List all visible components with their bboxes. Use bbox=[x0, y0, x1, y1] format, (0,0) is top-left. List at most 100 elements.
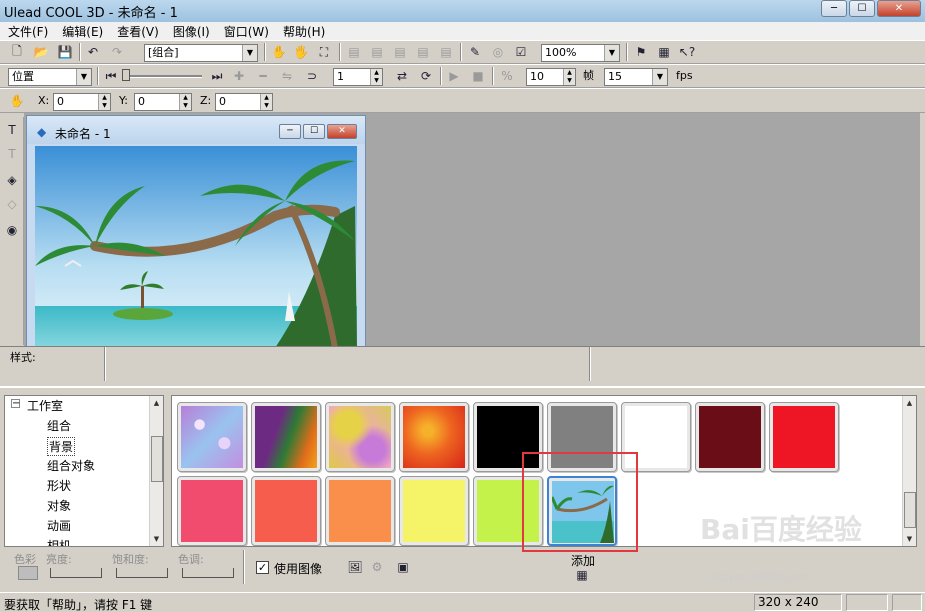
gallery-scrollbar[interactable]: ▲ ▼ bbox=[902, 396, 916, 546]
print-icon[interactable]: ▤ bbox=[345, 43, 363, 61]
studio-tree: − 工作室 组合 背景 组合对象 形状 对象 动画 相机 ▲ ▼ bbox=[4, 395, 164, 547]
frame-input[interactable]: 1 ▲ ▼ bbox=[333, 68, 383, 86]
x-input[interactable]: 0 ▲ ▼ bbox=[53, 93, 111, 111]
hand-rotate-icon[interactable]: 🖐 bbox=[292, 43, 310, 61]
add-to-gallery-icon[interactable]: ▦ bbox=[573, 566, 591, 584]
percent-icon[interactable]: % bbox=[498, 67, 516, 85]
color-swatch[interactable] bbox=[18, 566, 38, 580]
menu-window[interactable]: 窗口(W) bbox=[224, 23, 269, 40]
menu-edit[interactable]: 编辑(E) bbox=[62, 23, 103, 40]
insert-object-icon[interactable]: ◈ bbox=[3, 171, 21, 189]
thumbnail[interactable] bbox=[399, 476, 469, 546]
watermark-url: jingyan.baidu.com bbox=[708, 570, 810, 583]
save-icon[interactable]: 💾 bbox=[56, 43, 74, 61]
hand-move-icon[interactable]: ✋ bbox=[270, 43, 288, 61]
z-input[interactable]: 0 ▲ ▼ bbox=[215, 93, 273, 111]
play-icon[interactable]: ▶ bbox=[445, 67, 463, 85]
mode-combo[interactable]: 位置 ▼ bbox=[8, 68, 92, 86]
brightness-slider[interactable] bbox=[50, 568, 102, 578]
tree-item-shape[interactable]: 形状 bbox=[47, 477, 71, 494]
thumbnail[interactable] bbox=[251, 402, 321, 472]
edit-object-icon[interactable]: ◇ bbox=[3, 195, 21, 213]
thumbnail[interactable] bbox=[177, 476, 247, 546]
tree-item-camera[interactable]: 相机 bbox=[47, 537, 71, 546]
insert-text-icon[interactable]: T bbox=[3, 121, 21, 139]
fps-combo[interactable]: 15 ▼ bbox=[604, 68, 668, 86]
frames-input[interactable]: 10 ▲ ▼ bbox=[526, 68, 576, 86]
image-preview-icon[interactable]: ▣ bbox=[394, 558, 412, 576]
help-pointer-icon[interactable]: ↖? bbox=[678, 43, 696, 61]
doc-minimize-button[interactable]: ─ bbox=[279, 124, 301, 139]
tree-root[interactable]: 工作室 bbox=[27, 397, 63, 414]
thumbnail[interactable] bbox=[251, 476, 321, 546]
zoom-combo[interactable]: 100% ▼ bbox=[541, 44, 620, 62]
frames-label: 帧 bbox=[583, 69, 594, 82]
first-frame-icon[interactable]: ⏮ bbox=[102, 67, 120, 85]
thumbnail[interactable] bbox=[769, 402, 839, 472]
undo-icon[interactable]: ↶ bbox=[84, 43, 102, 61]
thumbnail[interactable] bbox=[325, 476, 395, 546]
thumbnail[interactable] bbox=[695, 402, 765, 472]
status-size: 320 x 240 bbox=[754, 594, 842, 611]
open-folder-icon[interactable]: 📂 bbox=[32, 43, 50, 61]
rotate-icon[interactable]: ⟳ bbox=[417, 67, 435, 85]
use-image-checkbox[interactable]: ✓ bbox=[256, 561, 269, 574]
tree-item-group-object[interactable]: 组合对象 bbox=[47, 457, 95, 474]
print4-icon[interactable]: ▤ bbox=[414, 43, 432, 61]
globe-icon[interactable]: ◎ bbox=[489, 43, 507, 61]
document-title: 未命名 - 1 bbox=[55, 127, 111, 141]
tree-scrollbar[interactable]: ▲ ▼ bbox=[149, 396, 163, 546]
close-button[interactable]: ✕ bbox=[877, 0, 921, 17]
tree-item-background[interactable]: 背景 bbox=[47, 437, 76, 456]
print2-icon[interactable]: ▤ bbox=[368, 43, 386, 61]
stop-icon[interactable]: ■ bbox=[469, 67, 487, 85]
print3-icon[interactable]: ▤ bbox=[391, 43, 409, 61]
check-icon[interactable]: ☑ bbox=[512, 43, 530, 61]
object-toolbar: T T ◈ ◇ ◉ bbox=[0, 117, 24, 345]
reverse-icon[interactable]: ⇋ bbox=[278, 67, 296, 85]
redo-icon[interactable]: ↷ bbox=[108, 43, 126, 61]
hue-label: 色调: bbox=[178, 553, 204, 566]
timeline-thumb[interactable] bbox=[122, 69, 130, 81]
y-label: Y: bbox=[119, 94, 128, 107]
hand-tool-icon[interactable]: ✋ bbox=[8, 92, 26, 110]
timeline-slider[interactable] bbox=[122, 75, 202, 78]
minimize-button[interactable]: ─ bbox=[821, 0, 847, 17]
paint-icon[interactable]: ✎ bbox=[466, 43, 484, 61]
doc-close-button[interactable]: ✕ bbox=[327, 124, 357, 139]
tree-item-group[interactable]: 组合 bbox=[47, 417, 71, 434]
y-input[interactable]: 0 ▲ ▼ bbox=[134, 93, 192, 111]
gallery-icon[interactable]: ▦ bbox=[655, 43, 673, 61]
add-keyframe-icon[interactable]: ✚ bbox=[230, 67, 248, 85]
doc-maximize-button[interactable]: ☐ bbox=[303, 124, 325, 139]
annotation-highlight-box bbox=[522, 452, 638, 552]
menu-image[interactable]: 图像(I) bbox=[173, 23, 210, 40]
edit-text-icon[interactable]: T bbox=[3, 145, 21, 163]
hue-slider[interactable] bbox=[182, 568, 234, 578]
menu-file[interactable]: 文件(F) bbox=[8, 23, 48, 40]
saturation-slider[interactable] bbox=[116, 568, 168, 578]
print5-icon[interactable]: ▤ bbox=[437, 43, 455, 61]
thumbnail[interactable] bbox=[399, 402, 469, 472]
status-pane-3 bbox=[892, 594, 922, 611]
preview-canvas[interactable] bbox=[35, 146, 357, 348]
maximize-button[interactable]: ☐ bbox=[849, 0, 875, 17]
thumbnail[interactable] bbox=[177, 402, 247, 472]
last-frame-icon[interactable]: ⏭ bbox=[208, 67, 226, 85]
repeat-icon[interactable]: ⇄ bbox=[393, 67, 411, 85]
fit-view-icon[interactable]: ⛶ bbox=[315, 43, 333, 61]
new-file-icon[interactable]: 🗋 bbox=[8, 43, 26, 61]
web-icon[interactable]: ⚑ bbox=[632, 43, 650, 61]
menu-view[interactable]: 查看(V) bbox=[117, 23, 159, 40]
loop-icon[interactable]: ⊃ bbox=[303, 67, 321, 85]
thumbnail[interactable] bbox=[325, 402, 395, 472]
load-image-icon[interactable]: 🖼 bbox=[346, 558, 364, 576]
insert-graphic-icon[interactable]: ◉ bbox=[3, 221, 21, 239]
menu-help[interactable]: 帮助(H) bbox=[283, 23, 325, 40]
tree-item-animation[interactable]: 动画 bbox=[47, 517, 71, 534]
tree-item-object[interactable]: 对象 bbox=[47, 497, 71, 514]
tree-collapse-icon[interactable]: − bbox=[11, 399, 20, 409]
remove-keyframe-icon[interactable]: ━ bbox=[254, 67, 272, 85]
image-options-icon[interactable]: ⚙ bbox=[368, 558, 386, 576]
object-combo[interactable]: [组合] ▼ bbox=[144, 44, 258, 62]
